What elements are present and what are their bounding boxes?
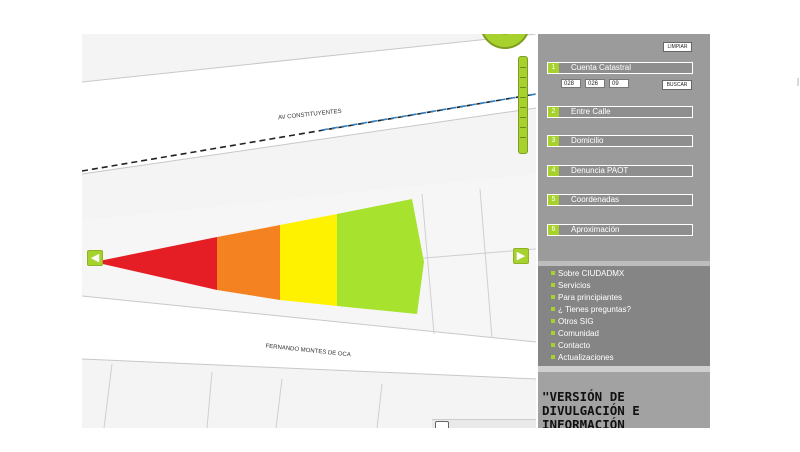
section-label: Cuenta Catastral — [571, 63, 632, 72]
link-tienes-preguntas[interactable]: ¿ Tienes preguntas? — [551, 305, 631, 315]
section-number: 3 — [548, 136, 559, 146]
section-label: Entre Calle — [571, 107, 611, 116]
map-canvas: AV CONSTITUYENTES FERNANDO MONTES DE OCA — [82, 34, 536, 428]
cuenta-field-1[interactable]: 028 — [561, 79, 581, 88]
link-contacto[interactable]: Contacto — [551, 341, 590, 351]
link-actualizaciones[interactable]: Actualizaciones — [551, 353, 614, 363]
limpiar-button[interactable]: LIMPIAR — [663, 42, 692, 52]
cuenta-field-2[interactable]: 026 — [585, 79, 605, 88]
zoom-slider[interactable] — [518, 56, 528, 154]
section-domicilio[interactable]: 3 Domicilio — [547, 135, 693, 147]
side-panel: LIMPIAR 1 Cuenta Catastral 028 026 09 BU… — [538, 34, 710, 428]
link-para-principiantes[interactable]: Para principiantes — [551, 293, 622, 303]
section-number: 5 — [548, 195, 559, 205]
camera-icon[interactable] — [435, 421, 449, 428]
section-cuenta-catastral[interactable]: 1 Cuenta Catastral — [547, 62, 693, 74]
page-edge — [797, 78, 799, 86]
compass-icon[interactable] — [480, 34, 530, 52]
section-denuncia-paot[interactable]: 4 Denuncia PAOT — [547, 165, 693, 177]
section-number: 6 — [548, 225, 559, 235]
cone-segment-yellow — [280, 214, 337, 306]
buscar-button[interactable]: BUSCAR — [662, 80, 692, 90]
link-comunidad[interactable]: Comunidad — [551, 329, 599, 339]
section-coordenadas[interactable]: 5 Coordenadas — [547, 194, 693, 206]
section-number: 4 — [548, 166, 559, 176]
version-box: "VERSIÓN DE DIVULGACIÓN E INFORMACIÓN — [538, 372, 710, 428]
link-servicios[interactable]: Servicios — [551, 281, 590, 291]
section-aproximacion[interactable]: 6 Aproximación — [547, 224, 693, 236]
search-panel: LIMPIAR 1 Cuenta Catastral 028 026 09 BU… — [538, 34, 710, 260]
cuenta-field-3[interactable]: 09 — [609, 79, 629, 88]
section-number: 1 — [548, 63, 559, 73]
section-label: Denuncia PAOT — [571, 166, 629, 175]
cone-segment-green — [337, 199, 424, 314]
version-text: "VERSIÓN DE DIVULGACIÓN E INFORMACIÓN — [542, 389, 640, 429]
link-otros-sig[interactable]: Otros SIG — [551, 317, 594, 327]
arrow-left-icon[interactable]: ◀ — [87, 250, 103, 266]
map-toolbar[interactable] — [432, 419, 536, 428]
cone-segment-orange — [217, 225, 280, 300]
section-label: Domicilio — [571, 136, 604, 145]
links-list: Sobre CIUDADMX Servicios Para principian… — [538, 266, 710, 366]
section-label: Coordenadas — [571, 195, 620, 204]
section-number: 2 — [548, 107, 559, 117]
arrow-right-icon[interactable]: ▶ — [513, 248, 529, 264]
section-entre-calle[interactable]: 2 Entre Calle — [547, 106, 693, 118]
section-label: Aproximación — [571, 225, 620, 234]
map-view[interactable]: AV CONSTITUYENTES FERNANDO MONTES DE OCA… — [82, 34, 536, 428]
link-sobre-ciudadmx[interactable]: Sobre CIUDADMX — [551, 269, 624, 279]
